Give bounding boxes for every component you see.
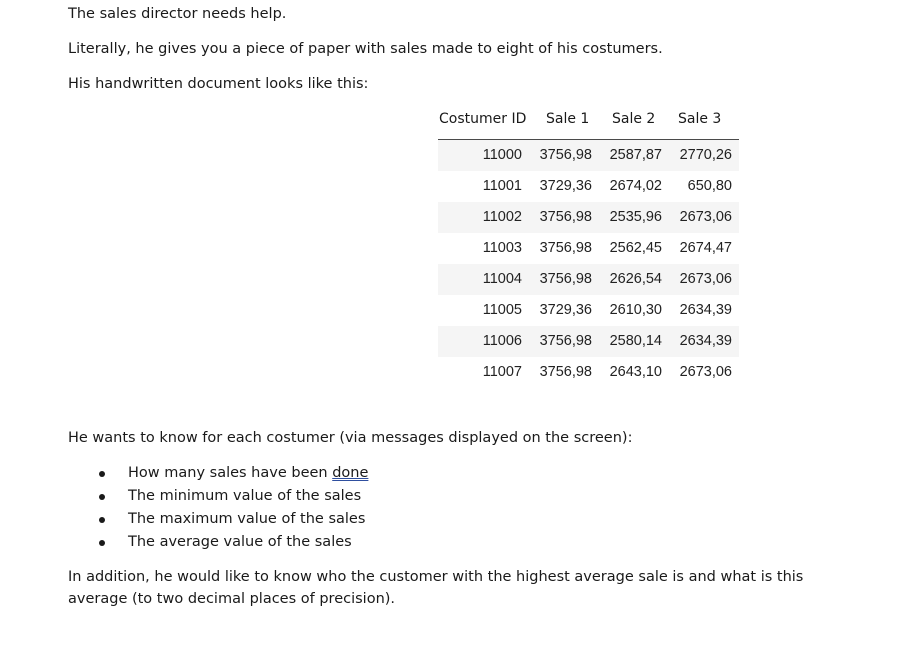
list-item: The maximum value of the sales [68,508,368,531]
cell-costumer-id: 11005 [482,302,522,318]
cell-sale-1: 3756,98 [539,333,592,349]
sales-table-header: Costumer ID Sale 1 Sale 2 Sale 3 [438,108,739,140]
table-row: 11003 3756,98 2562,45 2674,47 [438,233,739,264]
cell-sale-2: 2580,14 [609,333,662,349]
header-costumer-id: Costumer ID [439,111,527,127]
cell-sale-2: 2626,54 [609,271,662,287]
table-row: 11006 3756,98 2580,14 2634,39 [438,326,739,357]
cell-sale-2: 2643,10 [609,364,662,380]
cell-sale-3: 2634,39 [679,333,732,349]
list-item-text: The average value of the sales [128,534,352,550]
cell-sale-3: 2634,39 [679,302,732,318]
bullet-icon [99,494,105,500]
cell-sale-3: 2770,26 [679,147,732,163]
cell-sale-1: 3756,98 [539,240,592,256]
list-item: The minimum value of the sales [68,485,368,508]
cell-sale-1: 3756,98 [539,364,592,380]
context-line: Literally, he gives you a piece of paper… [68,41,663,57]
cell-sale-3: 2674,47 [679,240,732,256]
cell-sale-3: 650,80 [687,178,732,194]
cell-sale-2: 2674,02 [609,178,662,194]
cell-costumer-id: 11006 [482,333,522,349]
table-row: 11002 3756,98 2535,96 2673,06 [438,202,739,233]
cell-sale-1: 3756,98 [539,147,592,163]
list-item-text: The minimum value of the sales [128,488,362,504]
cell-sale-2: 2610,30 [609,302,662,318]
additional-requirement: In addition, he would like to know who t… [68,569,804,607]
requirements-intro: He wants to know for each costumer (via … [68,430,633,446]
sales-table: Costumer ID Sale 1 Sale 2 Sale 3 11000 3… [438,108,739,388]
cell-sale-2: 2562,45 [609,240,662,256]
cell-costumer-id: 11000 [482,147,522,163]
header-sale-3: Sale 3 [678,111,722,127]
list-item: The average value of the sales [68,531,368,554]
cell-sale-1: 3729,36 [539,302,592,318]
spellcheck-flagged-word[interactable]: done [332,465,368,481]
table-row: 11001 3729,36 2674,02 650,80 [438,171,739,202]
list-item: How many sales have been done [68,462,368,485]
cell-sale-3: 2673,06 [679,364,732,380]
table-row: 11000 3756,98 2587,87 2770,26 [438,140,739,171]
cell-sale-2: 2535,96 [609,209,662,225]
bullet-icon [99,471,105,477]
list-item-text: The maximum value of the sales [128,511,366,527]
requirements-list: How many sales have been done The minimu… [68,462,368,554]
cell-sale-3: 2673,06 [679,209,732,225]
cell-costumer-id: 11007 [482,364,522,380]
table-row: 11005 3729,36 2610,30 2634,39 [438,295,739,326]
cell-sale-1: 3729,36 [539,178,592,194]
cell-sale-2: 2587,87 [609,147,662,163]
document-intro-line: His handwritten document looks like this… [68,76,369,92]
header-sale-2: Sale 2 [612,111,656,127]
cell-costumer-id: 11004 [482,271,522,287]
cell-costumer-id: 11003 [482,240,522,256]
cell-sale-3: 2673,06 [679,271,732,287]
cell-sale-1: 3756,98 [539,271,592,287]
cell-sale-1: 3756,98 [539,209,592,225]
header-sale-1: Sale 1 [546,111,590,127]
table-row: 11007 3756,98 2643,10 2673,06 [438,357,739,388]
cell-costumer-id: 11002 [482,209,522,225]
cell-costumer-id: 11001 [482,178,522,194]
table-row: 11004 3756,98 2626,54 2673,06 [438,264,739,295]
bullet-icon [99,517,105,523]
intro-line: The sales director needs help. [68,6,287,22]
bullet-icon [99,540,105,546]
list-item-text: How many sales have been [128,465,333,481]
